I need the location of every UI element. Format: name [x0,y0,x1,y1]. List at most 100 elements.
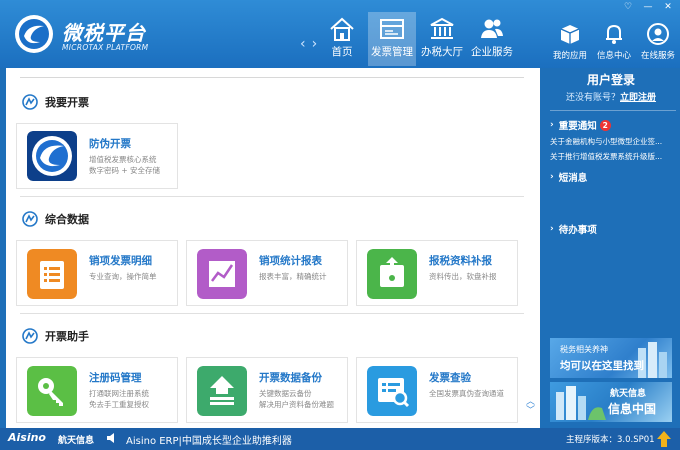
section-logo-icon [22,94,38,110]
quick-menu: 我的应用 信息中心 在线服务 [548,22,680,61]
key-icon [27,366,77,416]
quick-online-service[interactable]: 在线服务 [636,22,680,61]
register-prompt-text: 还没有账号？ [565,93,620,103]
banner-aisino-line1: 航天信息 [610,389,647,399]
backup-icon [197,366,247,416]
section-title-helper: 开票助手 [22,328,89,344]
short-message-title: 短消息 [558,173,588,184]
skin-icon[interactable]: ♡ [622,2,634,12]
card-title: 销项统计报表 [259,255,322,267]
card-title: 防伪开票 [89,138,131,150]
quick-info-center-label: 信息中心 [596,51,631,61]
chevron-left-icon[interactable]: ‹ [300,36,306,52]
banner-aisino[interactable]: 航天信息 信息中国 [550,382,672,422]
card-desc: 报表丰富，精确统计 [259,272,327,281]
chevron-right-icon: › [550,224,554,234]
section-title-invoice: 我要开票 [22,94,89,110]
quick-my-apps[interactable]: 我的应用 [548,22,592,61]
card-desc: 全国发票真伪查询通道 [429,389,504,398]
brand-logo-icon [15,15,53,53]
close-icon[interactable]: ✕ [662,2,674,12]
card-desc: 关键数据云备份 解决用户资料备份难题 [259,389,334,409]
card-title: 开票数据备份 [259,372,322,384]
card-sales-invoice-detail[interactable]: 销项发票明细 专业查询，操作简单 [16,240,178,306]
nav-home-label: 首页 [331,46,353,58]
bank-icon [430,17,454,39]
card-desc: 打通联网注册系统 免去手工重复授权 [89,389,149,409]
chevron-right-icon: › [550,120,554,130]
brand-name: 微税平台 [62,21,146,45]
scroll-control[interactable]: ︿ ﹀ [526,398,535,416]
login-title[interactable]: 用户登录 [546,71,676,88]
card-registration-code[interactable]: 注册码管理 打通联网注册系统 免去手工重复授权 [16,357,178,423]
app-window: 微税平台 MICROTAX PLATFORM ♡ — ✕ ‹ › 首页 发票管理… [0,0,680,450]
minimize-icon[interactable]: — [642,2,654,12]
slogan-text[interactable]: Aisino ERP|中国成长型企业助推利器 [126,432,292,447]
banner-aisino-line2: 信息中国 [608,402,657,416]
chevron-right-icon[interactable]: › [312,36,318,52]
chevron-down-icon[interactable]: ﹀ [526,407,535,416]
divider [20,196,524,197]
banner-tax-info[interactable]: 税务相关养神 均可以在这里找到 [550,338,672,378]
nav-tax-hall[interactable]: 办税大厅 [418,12,466,66]
aisino-logo-cn: 航天信息 [58,436,95,446]
card-desc: 增值税发票核心系统 数字密码 + 安全存储 [89,155,161,175]
nav-tax-hall-label: 办税大厅 [421,46,463,58]
home-icon [330,17,354,41]
card-title: 注册码管理 [89,372,142,384]
divider [20,313,524,314]
nav-enterprise-label: 企业服务 [471,46,513,58]
chart-icon [197,249,247,299]
card-title: 报税资料补报 [429,255,492,267]
skyline-icon [556,386,606,420]
tax-logo-icon [27,131,77,181]
section-title-helper-text: 开票助手 [45,330,89,343]
status-bar: Aisino 航天信息 Aisino ERP|中国成长型企业助推利器 主程序版本… [0,428,680,450]
card-anti-fake-invoice[interactable]: 防伪开票 增值税发票核心系统 数字密码 + 安全存储 [16,123,178,189]
section-title-invoice-text: 我要开票 [45,96,89,109]
notice-item[interactable]: 关于推行增值税发票系统升级版... [550,151,676,162]
quick-info-center[interactable]: 信息中心 [592,22,636,61]
divider [550,110,676,111]
nav-enterprise-service[interactable]: 企业服务 [468,12,516,66]
card-title: 销项发票明细 [89,255,152,267]
todo-header[interactable]: › 待办事项 [550,222,597,236]
list-icon [27,249,77,299]
nav-home[interactable]: 首页 [318,12,366,66]
invoice-icon [380,19,404,39]
brand-subtitle: MICROTAX PLATFORM [62,43,149,52]
card-sales-statistics[interactable]: 销项统计报表 报表丰富，精确统计 [186,240,348,306]
users-icon [481,19,503,38]
header: 微税平台 MICROTAX PLATFORM ♡ — ✕ ‹ › 首页 发票管理… [0,0,680,68]
notice-badge: 2 [599,119,611,131]
register-prompt: 还没有账号？立即注册 [546,90,676,103]
register-link[interactable]: 立即注册 [620,93,656,103]
banner-line2: 均可以在这里找到 [560,360,644,372]
card-data-backup[interactable]: 开票数据备份 关键数据云备份 解决用户资料备份难题 [186,357,348,423]
right-panel: 用户登录 还没有账号？立即注册 › 重要通知 2 关于金融机构与小型微型企业签.… [546,68,680,428]
version-text: 主程序版本：3.0.SP01 [566,435,655,445]
notice-header[interactable]: › 重要通知 2 [550,118,611,132]
speaker-icon [107,433,114,443]
section-title-data: 综合数据 [22,211,89,227]
divider [20,77,524,78]
card-title: 发票查验 [429,372,471,384]
nav-invoice-label: 发票管理 [371,46,413,58]
banner-line1: 税务相关养神 [560,345,608,354]
user-circle-icon [647,23,669,45]
notice-item[interactable]: 关于金融机构与小型微型企业签... [550,136,676,147]
box-icon [560,25,580,44]
short-message-header[interactable]: › 短消息 [550,170,587,184]
section-logo-icon [22,211,38,227]
upload-icon [367,249,417,299]
card-tax-resubmit[interactable]: 报税资料补报 资料传出，软盘补报 [356,240,518,306]
main-panel: 我要开票 防伪开票 增值税发票核心系统 数字密码 + 安全存储 综合数据 销项发… [6,68,540,428]
aisino-logo: Aisino [8,431,46,444]
search-doc-icon [367,366,417,416]
upgrade-arrow-icon[interactable] [656,430,672,448]
nav-invoice-management[interactable]: 发票管理 [368,12,416,66]
quick-my-apps-label: 我的应用 [552,51,587,61]
card-invoice-verify[interactable]: 发票查验 全国发票真伪查询通道 [356,357,518,423]
chevron-right-icon: › [550,172,554,182]
main-nav: 首页 发票管理 办税大厅 企业服务 [318,12,518,66]
